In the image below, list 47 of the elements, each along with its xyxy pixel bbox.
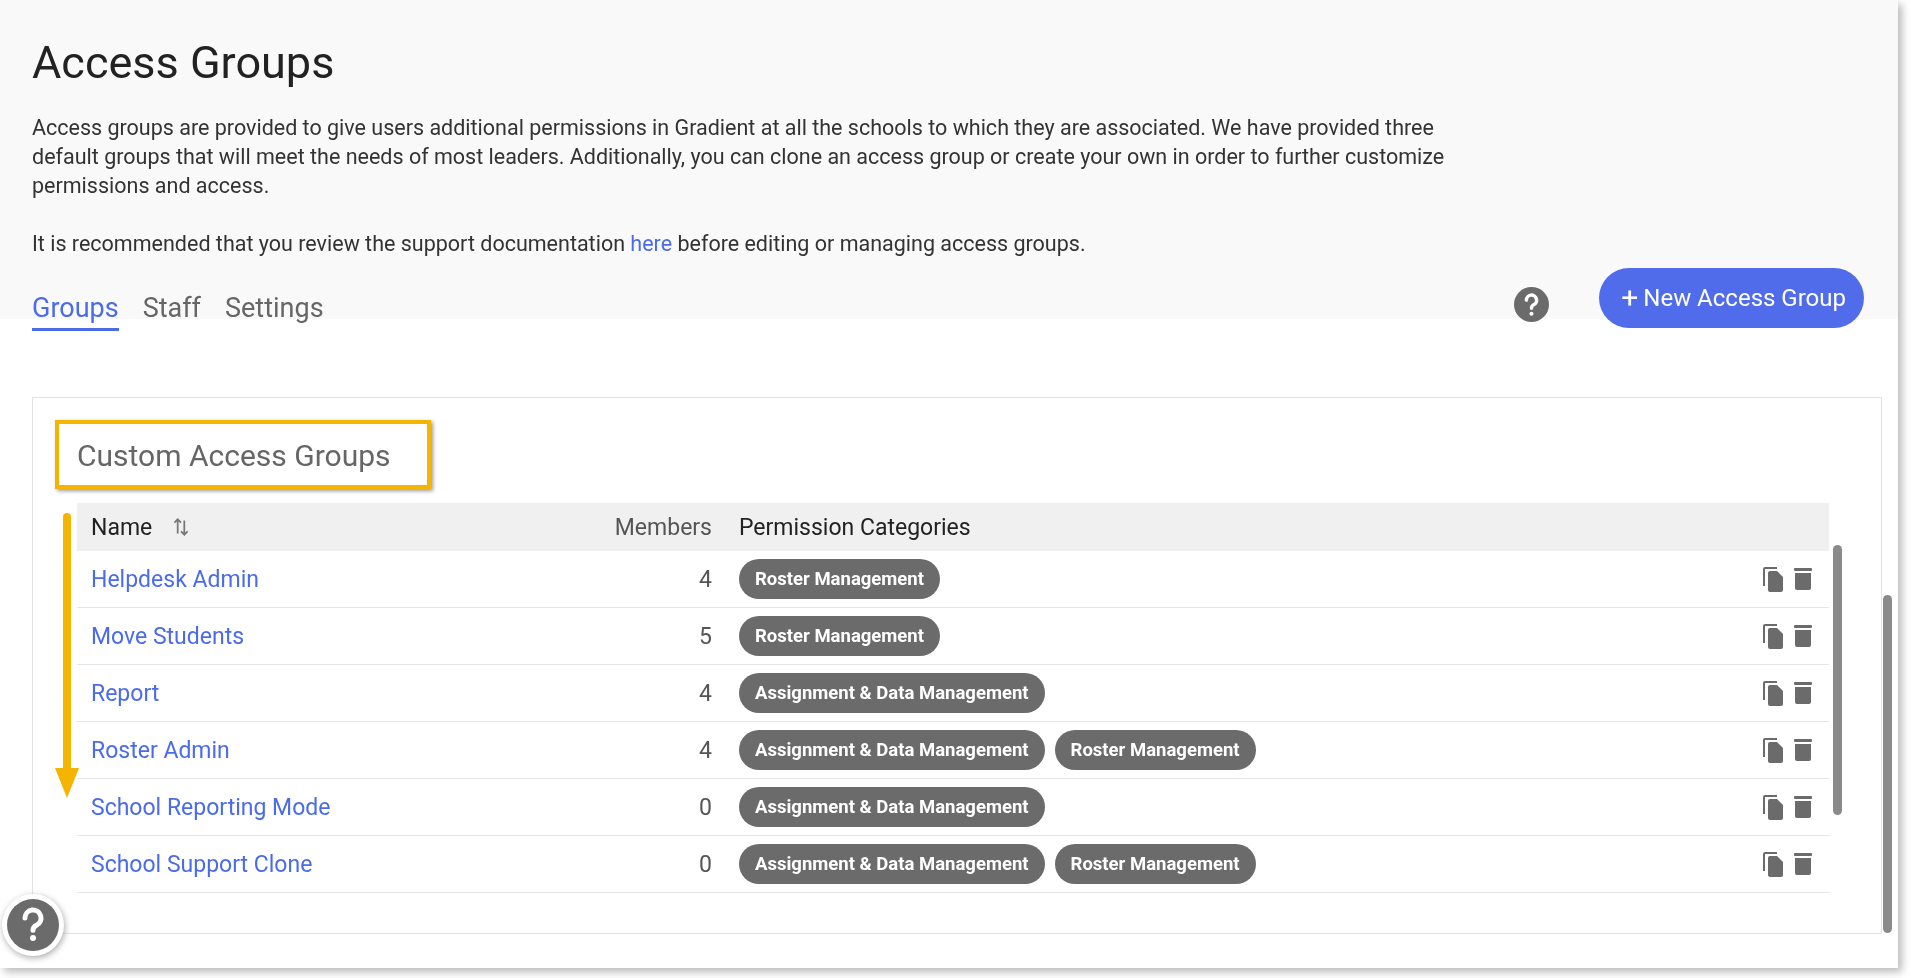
scrollbar[interactable] xyxy=(1883,595,1892,933)
category-tag: Roster Management xyxy=(1054,844,1256,884)
tab[interactable]: Settings xyxy=(225,292,324,331)
copy-icon[interactable] xyxy=(1761,737,1785,763)
trash-icon[interactable] xyxy=(1791,566,1815,592)
category-tag: Assignment & Data Management xyxy=(739,673,1045,713)
members-count: 4 xyxy=(698,736,712,764)
group-name-link[interactable]: Roster Admin xyxy=(91,736,230,764)
column-header[interactable]: Name xyxy=(91,513,153,541)
tab[interactable]: Staff xyxy=(142,292,201,331)
members-count: 4 xyxy=(698,565,712,593)
intro-paragraph: Access groups are provided to give users additional permissions in Gradient at all the schools to which they are associated. We have provided three default groups that will meet the needs of most leaders. Additionally, you can clone an access group or create your own in order to further customize permissions and access. xyxy=(32,114,1446,200)
copy-icon[interactable] xyxy=(1761,794,1785,820)
scrollbar[interactable] xyxy=(1833,545,1842,815)
sort-icon[interactable] xyxy=(172,516,191,538)
copy-icon[interactable] xyxy=(1761,680,1785,706)
tab[interactable]: Groups xyxy=(32,292,119,331)
trash-icon[interactable] xyxy=(1791,623,1815,649)
group-name-link[interactable]: Move Students xyxy=(91,622,245,650)
group-name-link[interactable]: Helpdesk Admin xyxy=(91,565,259,593)
members-count: 0 xyxy=(698,850,712,878)
category-tag: Assignment & Data Management xyxy=(739,844,1045,884)
trash-icon[interactable] xyxy=(1791,737,1815,763)
page-title: Access Groups xyxy=(32,36,336,89)
column-header: Members xyxy=(613,513,712,541)
members-count: 0 xyxy=(698,793,712,821)
section-title: Custom Access Groups xyxy=(77,438,391,473)
trash-icon[interactable] xyxy=(1791,794,1815,820)
note-paragraph: It is recommended that you review the support documentation here before editing or managing access groups. xyxy=(32,230,1087,258)
trash-icon[interactable] xyxy=(1791,680,1815,706)
column-header: Permission Categories xyxy=(738,513,972,541)
copy-icon[interactable] xyxy=(1761,623,1785,649)
category-tag: Roster Management xyxy=(739,616,940,656)
category-tag: Assignment & Data Management xyxy=(739,787,1045,827)
category-tag: Roster Management xyxy=(1054,730,1256,770)
documentation-link[interactable]: here xyxy=(630,231,673,256)
copy-icon[interactable] xyxy=(1761,566,1785,592)
category-tag: Roster Management xyxy=(739,559,940,599)
trash-icon[interactable] xyxy=(1791,851,1815,877)
group-name-link[interactable]: School Reporting Mode xyxy=(91,793,331,821)
members-count: 5 xyxy=(698,622,712,650)
group-name-link[interactable]: School Support Clone xyxy=(91,850,313,878)
category-tag: Assignment & Data Management xyxy=(739,730,1045,770)
copy-icon[interactable] xyxy=(1761,851,1785,877)
members-count: 4 xyxy=(698,679,712,707)
group-name-link[interactable]: Report xyxy=(91,679,160,707)
help-icon[interactable] xyxy=(1514,286,1550,322)
